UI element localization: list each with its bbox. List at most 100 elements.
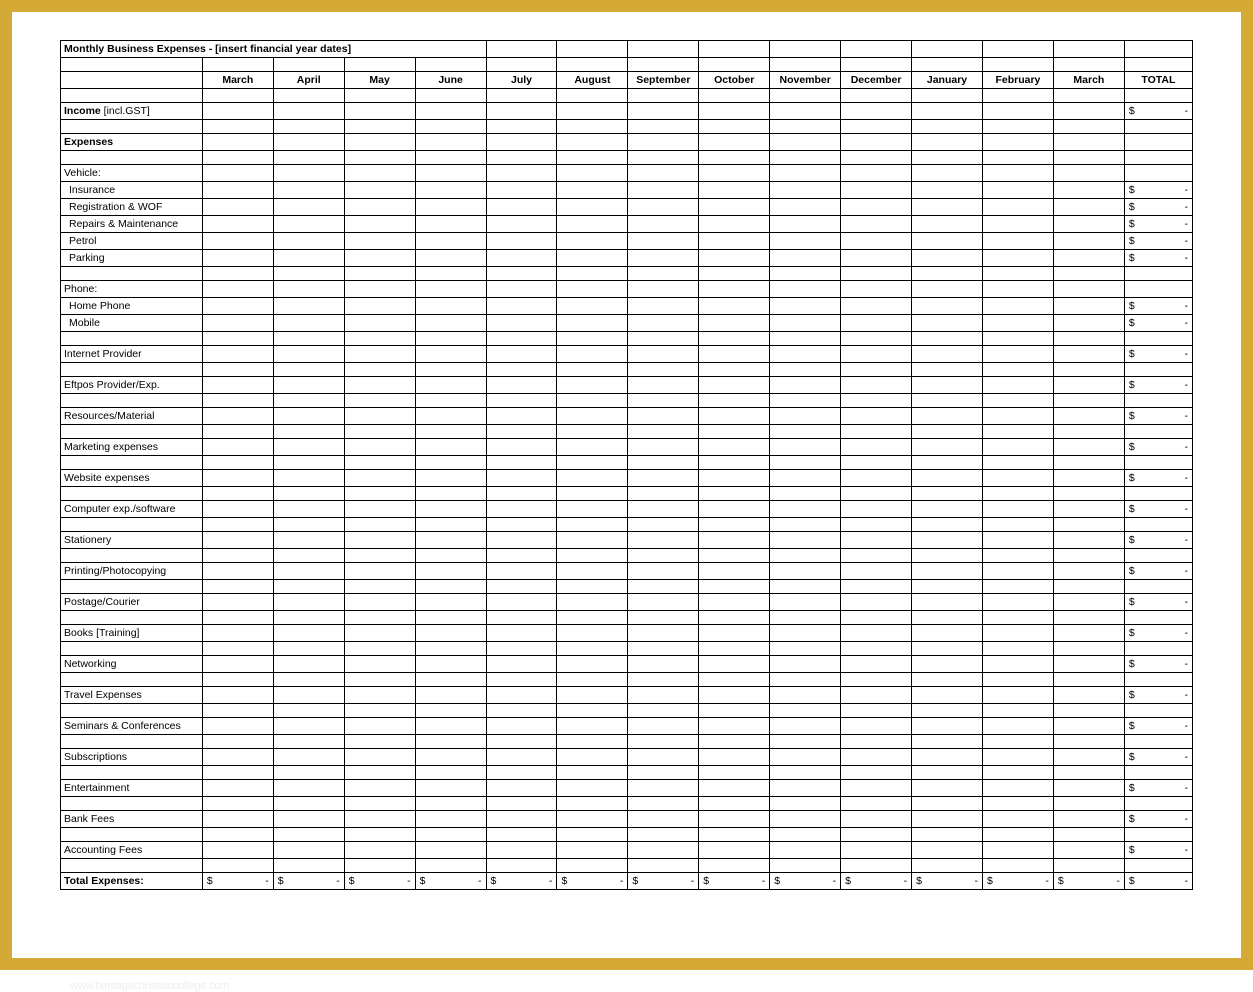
- empty-cell: [982, 594, 1053, 611]
- empty-cell: [982, 103, 1053, 120]
- empty-cell: [912, 216, 983, 233]
- empty-cell: [841, 425, 912, 439]
- table-row: Stationery$-: [61, 532, 1193, 549]
- empty-cell: [841, 315, 912, 332]
- empty-cell: [202, 735, 273, 749]
- empty-cell: [841, 134, 912, 151]
- empty-cell: [202, 377, 273, 394]
- empty-cell: [415, 233, 486, 250]
- blank-label: [61, 394, 203, 408]
- empty-cell: [486, 182, 557, 199]
- table-row: Printing/Photocopying$-: [61, 563, 1193, 580]
- empty-cell: [344, 749, 415, 766]
- empty-cell: [1053, 673, 1124, 687]
- empty-cell: [202, 394, 273, 408]
- empty-cell: [628, 363, 699, 377]
- empty-cell: [557, 281, 628, 298]
- empty-cell: [982, 611, 1053, 625]
- empty-cell: [912, 735, 983, 749]
- empty-cell: [202, 216, 273, 233]
- money-cell: $-: [1124, 718, 1192, 735]
- empty-cell: [699, 718, 770, 735]
- empty-cell: [202, 780, 273, 797]
- empty-cell: [912, 501, 983, 518]
- empty-cell: [415, 470, 486, 487]
- empty-cell: [982, 346, 1053, 363]
- table-row: Seminars & Conferences $-: [61, 718, 1193, 735]
- empty-cell: [982, 408, 1053, 425]
- empty-cell: [415, 456, 486, 470]
- empty-cell: [557, 749, 628, 766]
- table-row: Repairs & Maintenance$-: [61, 216, 1193, 233]
- empty-cell: [1053, 456, 1124, 470]
- table-row: [61, 456, 1193, 470]
- empty-cell: [415, 425, 486, 439]
- empty-cell: [628, 532, 699, 549]
- empty-cell: [699, 642, 770, 656]
- table-row: Petrol$-: [61, 233, 1193, 250]
- empty-cell: [770, 216, 841, 233]
- empty-cell: [344, 408, 415, 425]
- empty-cell: [557, 811, 628, 828]
- empty-cell: [344, 216, 415, 233]
- empty-cell: [628, 780, 699, 797]
- empty-cell: [699, 859, 770, 873]
- money-cell: $-: [1124, 594, 1192, 611]
- empty-cell: [415, 103, 486, 120]
- table-row: [61, 735, 1193, 749]
- empty-cell: [1053, 518, 1124, 532]
- empty-cell: [273, 103, 344, 120]
- money-cell: $-: [1124, 377, 1192, 394]
- empty-cell: [273, 315, 344, 332]
- table-row: [61, 151, 1193, 165]
- empty-cell: [273, 518, 344, 532]
- empty-cell: [557, 549, 628, 563]
- empty-cell: [344, 267, 415, 281]
- empty-cell: [486, 346, 557, 363]
- table-row: Website expenses$-: [61, 470, 1193, 487]
- row-label: Networking: [61, 656, 203, 673]
- row-label: Postage/Courier: [61, 594, 203, 611]
- empty-cell: [982, 332, 1053, 346]
- empty-cell: [628, 89, 699, 103]
- empty-cell: [841, 332, 912, 346]
- empty-cell: [628, 408, 699, 425]
- empty-cell: [699, 797, 770, 811]
- blank-label: [61, 89, 203, 103]
- col-month: September: [628, 72, 699, 89]
- empty-cell: [273, 625, 344, 642]
- blank-label: [61, 797, 203, 811]
- empty-cell: [1124, 766, 1192, 780]
- table-row: [61, 425, 1193, 439]
- empty-cell: [982, 735, 1053, 749]
- empty-cell: [912, 656, 983, 673]
- empty-cell: [841, 120, 912, 134]
- col-month: October: [699, 72, 770, 89]
- row-label: Seminars & Conferences: [61, 718, 203, 735]
- money-cell: $-: [1124, 103, 1192, 120]
- empty-cell: [1053, 842, 1124, 859]
- empty-cell: [557, 103, 628, 120]
- empty-cell: [1124, 281, 1192, 298]
- empty-cell: [344, 594, 415, 611]
- empty-cell: [628, 233, 699, 250]
- empty-cell: [486, 828, 557, 842]
- empty-cell: [557, 363, 628, 377]
- empty-cell: [912, 182, 983, 199]
- empty-cell: [770, 250, 841, 267]
- empty-cell: [699, 346, 770, 363]
- blank-label: [61, 363, 203, 377]
- row-label: Printing/Photocopying: [61, 563, 203, 580]
- empty-cell: [699, 281, 770, 298]
- empty-cell: [344, 165, 415, 182]
- empty-cell: [912, 267, 983, 281]
- money-cell: $-: [202, 873, 273, 890]
- money-cell: $-: [1124, 873, 1192, 890]
- empty-cell: [486, 216, 557, 233]
- empty-cell: [273, 642, 344, 656]
- empty-cell: [770, 267, 841, 281]
- empty-cell: [699, 704, 770, 718]
- empty-cell: [273, 828, 344, 842]
- empty-cell: [628, 611, 699, 625]
- table-row: Accounting Fees$-: [61, 842, 1193, 859]
